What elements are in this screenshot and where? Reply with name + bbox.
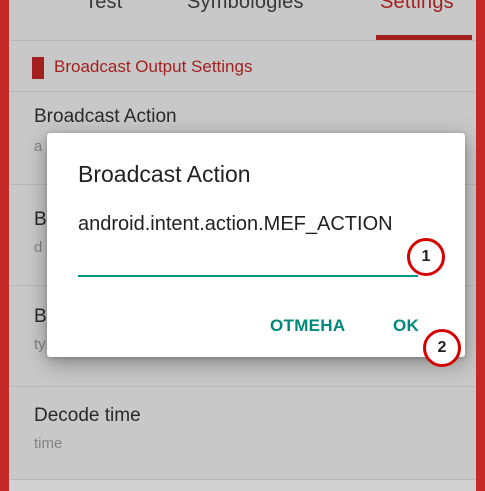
cancel-button[interactable]: ОТМЕНА bbox=[270, 316, 345, 336]
annotation-marker-2: 2 bbox=[423, 329, 461, 367]
app-screen: Test Symbologies Settings Broadcast Outp… bbox=[0, 0, 485, 491]
device-border-left bbox=[0, 0, 9, 491]
device-border-right bbox=[476, 0, 485, 491]
broadcast-action-dialog: Broadcast Action android.intent.action.M… bbox=[47, 133, 465, 357]
annotation-marker-1: 1 bbox=[407, 238, 445, 276]
ok-button[interactable]: OK bbox=[393, 316, 419, 336]
input-underline bbox=[78, 275, 418, 277]
dialog-title: Broadcast Action bbox=[78, 161, 251, 187]
broadcast-action-input[interactable]: android.intent.action.MEF_ACTION bbox=[78, 211, 418, 237]
